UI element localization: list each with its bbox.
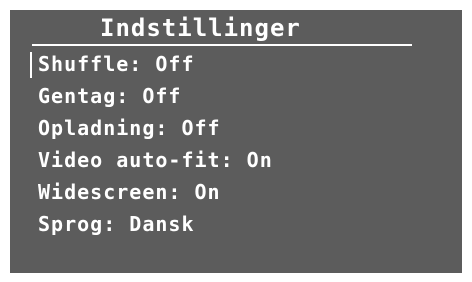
settings-menu: Shuffle: Off Gentag: Off Opladning: Off … bbox=[30, 48, 273, 240]
title-underline bbox=[32, 44, 412, 46]
menu-item-charging[interactable]: Opladning: Off bbox=[30, 112, 273, 144]
menu-title: Indstillinger bbox=[100, 14, 301, 42]
menu-item-video-auto-fit[interactable]: Video auto-fit: On bbox=[30, 144, 273, 176]
menu-item-shuffle[interactable]: Shuffle: Off bbox=[30, 48, 273, 80]
menu-item-language[interactable]: Sprog: Dansk bbox=[30, 208, 273, 240]
menu-item-repeat[interactable]: Gentag: Off bbox=[30, 80, 273, 112]
menu-item-widescreen[interactable]: Widescreen: On bbox=[30, 176, 273, 208]
settings-screen: Indstillinger Shuffle: Off Gentag: Off O… bbox=[10, 10, 462, 273]
